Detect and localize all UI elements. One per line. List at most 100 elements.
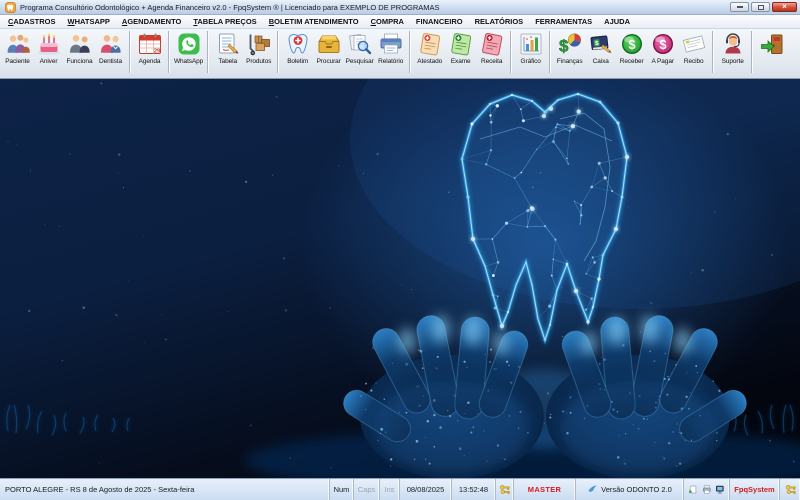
bar-chart-icon: [518, 31, 544, 57]
toolbar-label: Boletim: [287, 58, 308, 65]
toolbar-label: Agenda: [139, 58, 161, 65]
status-version-cell: Versão ODONTO 2.0: [576, 479, 684, 500]
menu-financeiro[interactable]: FINANCEIRO: [410, 16, 469, 27]
cashbook-icon: $: [588, 31, 614, 57]
toolbar-button-pesquisar[interactable]: Pesquisar: [344, 30, 375, 65]
toolbar-label: Suporte: [722, 58, 744, 65]
restore-icon: [758, 5, 764, 10]
app-icon: [5, 2, 16, 13]
monitor-icon[interactable]: [715, 484, 725, 495]
toolbar-button-caixa[interactable]: $ Caixa: [585, 30, 616, 65]
status-capslock: Caps: [354, 479, 380, 500]
prescription-note-icon: [479, 31, 505, 57]
toolbar-button-receber[interactable]: $ Receber: [616, 30, 647, 65]
pay-coin-icon: $: [650, 31, 676, 57]
menu-ferramentas[interactable]: FERRAMENTAS: [529, 16, 598, 27]
toolbar-button-whatsapp[interactable]: WhatsApp: [173, 30, 204, 65]
toolbar-button-procurar[interactable]: Procurar: [313, 30, 344, 65]
status-keys-cell: [496, 479, 514, 500]
toolbar-button-receita[interactable]: Receita: [476, 30, 507, 65]
digital-tooth-hologram-artwork: [0, 79, 800, 478]
toolbar-label: Exame: [451, 58, 471, 65]
status-tools-cell: [684, 479, 730, 500]
menu-boletim-atendimento[interactable]: BOLETIM ATENDIMENTO: [263, 16, 365, 27]
toolbar-button-a-pagar[interactable]: $ A Pagar: [647, 30, 678, 65]
toolbar-button-exit[interactable]: [756, 30, 787, 58]
toolbar-button-grafico[interactable]: Gráfico: [515, 30, 546, 65]
toolbar-label: Atestado: [417, 58, 442, 65]
staff-icon: [67, 31, 93, 57]
toolbar-label: Finanças: [557, 58, 583, 65]
close-icon: ×: [782, 3, 787, 11]
toolbar-label: Produtos: [246, 58, 271, 65]
whatsapp-icon: [176, 31, 202, 57]
toolbar-label: Aniver: [40, 58, 58, 65]
status-version: Versão ODONTO 2.0: [601, 485, 672, 494]
menu-compra[interactable]: COMPRA: [365, 16, 410, 27]
printer-icon[interactable]: [702, 484, 712, 495]
toolbar-button-atestado[interactable]: Atestado: [414, 30, 445, 65]
dentists-icon: [98, 31, 124, 57]
keys-icon: [785, 484, 796, 495]
status-insert: Ins: [380, 479, 400, 500]
toolbar-button-dentista[interactable]: Dentista: [95, 30, 126, 65]
toolbar-label: Procurar: [317, 58, 341, 65]
certificate-note-icon: [417, 31, 443, 57]
price-table-icon: [215, 31, 241, 57]
toolbar-button-tabela[interactable]: Tabela: [212, 30, 243, 65]
toolbar-label: Pesquisar: [346, 58, 374, 65]
window-controls: ×: [730, 2, 797, 12]
menu-cadastros[interactable]: CADASTROS: [2, 16, 62, 27]
toolbar-button-aniver[interactable]: Aniver: [33, 30, 64, 65]
birthday-cake-icon: [36, 31, 62, 57]
toolbar-button-funcionario[interactable]: Funciona: [64, 30, 95, 65]
minimize-button[interactable]: [730, 2, 749, 12]
menu-relatorios[interactable]: RELATÓRIOS: [469, 16, 530, 27]
toolbar-separator: [751, 31, 753, 73]
version-icon: [587, 484, 598, 495]
receipt-icon: [681, 31, 707, 57]
menu-tabela-precos[interactable]: TABELA PREÇOS: [187, 16, 262, 27]
toolbar-button-financas[interactable]: $ Finanças: [554, 30, 585, 65]
toolbar-separator: [712, 31, 714, 73]
toolbar-label: Gráfico: [521, 58, 541, 65]
toolbar-label: Receber: [620, 58, 644, 65]
menu-ajuda[interactable]: AJUDA: [598, 16, 636, 27]
status-time: 13:52:48: [452, 479, 496, 500]
support-agent-icon: [720, 31, 746, 57]
close-button[interactable]: ×: [772, 2, 797, 12]
keys-icon: [499, 484, 510, 495]
status-numlock: Num: [330, 479, 354, 500]
toolbar-button-paciente[interactable]: Paciente: [2, 30, 33, 65]
restore-button[interactable]: [751, 2, 770, 12]
toolbar-label: Funciona: [67, 58, 93, 65]
menu-whatsapp[interactable]: WHATSAPP: [62, 16, 116, 27]
toolbar-label: Recibo: [684, 58, 704, 65]
toolbar-label: A Pagar: [651, 58, 673, 65]
application-window: Programa Consultório Odontológico + Agen…: [0, 0, 800, 500]
minimize-icon: [737, 6, 743, 8]
toolbar-button-suporte[interactable]: Suporte: [717, 30, 748, 65]
toolbar-label: WhatsApp: [174, 58, 203, 65]
toolbar-button-agenda[interactable]: 29 Agenda: [134, 30, 165, 65]
status-date: 08/08/2025: [400, 479, 452, 500]
toolbar-separator: [409, 31, 411, 73]
toolbar-button-boletim[interactable]: Boletim: [282, 30, 313, 65]
toolbar-separator: [510, 31, 512, 73]
toolbar-button-exame[interactable]: Exame: [445, 30, 476, 65]
toolbar-label: Dentista: [99, 58, 122, 65]
toolbar-separator: [207, 31, 209, 73]
toolbar: Paciente Aniver Funciona: [0, 29, 800, 79]
toolbar-button-produtos[interactable]: Produtos: [243, 30, 274, 65]
exam-note-icon: [448, 31, 474, 57]
status-brand: FpqSystem: [730, 479, 780, 500]
svg-text:29: 29: [153, 49, 159, 55]
svg-text:$: $: [628, 37, 636, 52]
tooth-cross-icon: [285, 31, 311, 57]
toolbar-button-relatorio[interactable]: Relatório: [375, 30, 406, 65]
toolbar-button-recibo[interactable]: Recibo: [678, 30, 709, 65]
toolbar-separator: [168, 31, 170, 73]
menu-agendamento[interactable]: AGENDAMENTO: [116, 16, 187, 27]
document-icon[interactable]: [688, 484, 698, 495]
toolbar-label: Relatório: [378, 58, 403, 65]
